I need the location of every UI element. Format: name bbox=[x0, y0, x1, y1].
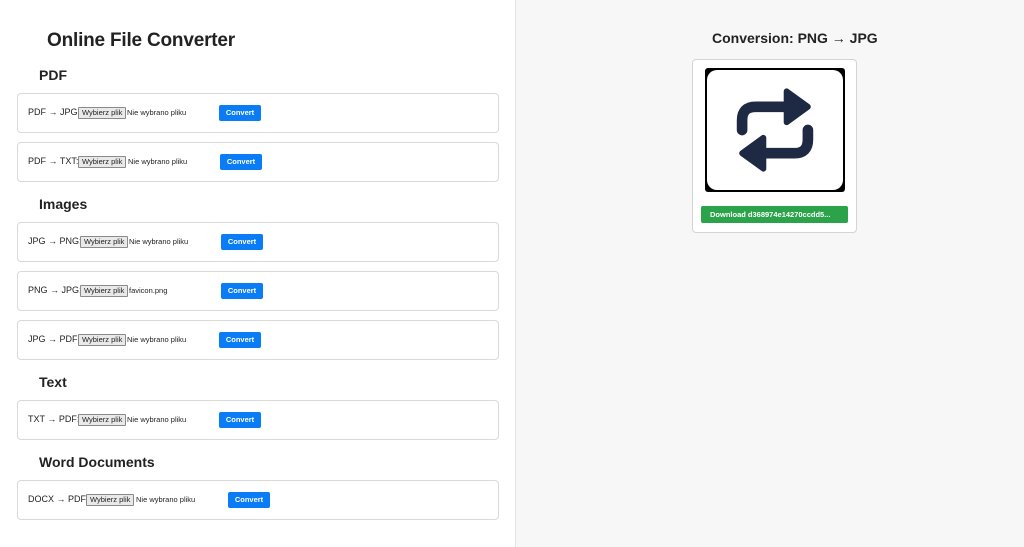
converter-row-pdf-txt: PDF → TXT: Wybierz plik Nie wybrano plik… bbox=[17, 142, 499, 182]
file-status: Nie wybrano pliku bbox=[129, 237, 189, 246]
file-status: favicon.png bbox=[129, 286, 168, 295]
page-title: Online File Converter bbox=[47, 30, 235, 51]
section-title-images: Images bbox=[39, 196, 88, 212]
result-card: Download d368974e14270ccdd5... bbox=[692, 59, 857, 233]
converter-label: DOCX → PDF: bbox=[28, 494, 89, 504]
file-status: Nie wybrano pliku bbox=[128, 157, 188, 166]
choose-file-button[interactable]: Wybierz plik bbox=[80, 285, 129, 297]
choose-file-button[interactable]: Wybierz plik bbox=[78, 414, 127, 426]
converter-row-docx-pdf: DOCX → PDF: Wybierz plik Nie wybrano pli… bbox=[17, 480, 499, 520]
choose-file-button[interactable]: Wybierz plik bbox=[78, 107, 127, 119]
converter-row-jpg-png: JPG → PNG: Wybierz plik Nie wybrano plik… bbox=[17, 222, 499, 262]
converter-label: PDF → TXT: bbox=[28, 156, 79, 166]
choose-file-button[interactable]: Wybierz plik bbox=[86, 494, 135, 506]
converter-label: JPG → PDF: bbox=[28, 334, 81, 344]
convert-button[interactable]: Convert bbox=[221, 234, 263, 250]
convert-button[interactable]: Convert bbox=[219, 332, 261, 348]
converter-row-txt-pdf: TXT → PDF: Wybierz plik Nie wybrano plik… bbox=[17, 400, 499, 440]
download-button[interactable]: Download d368974e14270ccdd5... bbox=[701, 206, 848, 223]
convert-button[interactable]: Convert bbox=[219, 412, 261, 428]
choose-file-button[interactable]: Wybierz plik bbox=[78, 156, 127, 168]
converter-label: PNG → JPG: bbox=[28, 285, 82, 295]
convert-button[interactable]: Convert bbox=[228, 492, 270, 508]
file-status: Nie wybrano pliku bbox=[127, 335, 187, 344]
converter-row-pdf-jpg: PDF → JPG: Wybierz plik Nie wybrano plik… bbox=[17, 93, 499, 133]
file-status: Nie wybrano pliku bbox=[127, 108, 187, 117]
convert-button[interactable]: Convert bbox=[220, 154, 262, 170]
section-title-pdf: PDF bbox=[39, 67, 67, 83]
converter-label: PDF → JPG: bbox=[28, 107, 81, 117]
converter-label: JPG → PNG: bbox=[28, 236, 82, 246]
choose-file-button[interactable]: Wybierz plik bbox=[80, 236, 129, 248]
converter-panel: Online File Converter PDF PDF → JPG: Wyb… bbox=[0, 0, 516, 547]
converter-row-png-jpg: PNG → JPG: Wybierz plik favicon.png Conv… bbox=[17, 271, 499, 311]
section-title-text: Text bbox=[39, 374, 67, 390]
converter-label: TXT → PDF: bbox=[28, 414, 80, 424]
convert-arrows-icon bbox=[736, 88, 814, 172]
file-status: Nie wybrano pliku bbox=[136, 495, 196, 504]
convert-button[interactable]: Convert bbox=[221, 283, 263, 299]
choose-file-button[interactable]: Wybierz plik bbox=[78, 334, 127, 346]
converter-row-jpg-pdf: JPG → PDF: Wybierz plik Nie wybrano plik… bbox=[17, 320, 499, 360]
section-title-word: Word Documents bbox=[39, 454, 155, 470]
converted-image-preview bbox=[705, 68, 845, 192]
convert-button[interactable]: Convert bbox=[219, 105, 261, 121]
conversion-title: Conversion: PNG → JPG bbox=[712, 30, 878, 46]
file-status: Nie wybrano pliku bbox=[127, 415, 187, 424]
